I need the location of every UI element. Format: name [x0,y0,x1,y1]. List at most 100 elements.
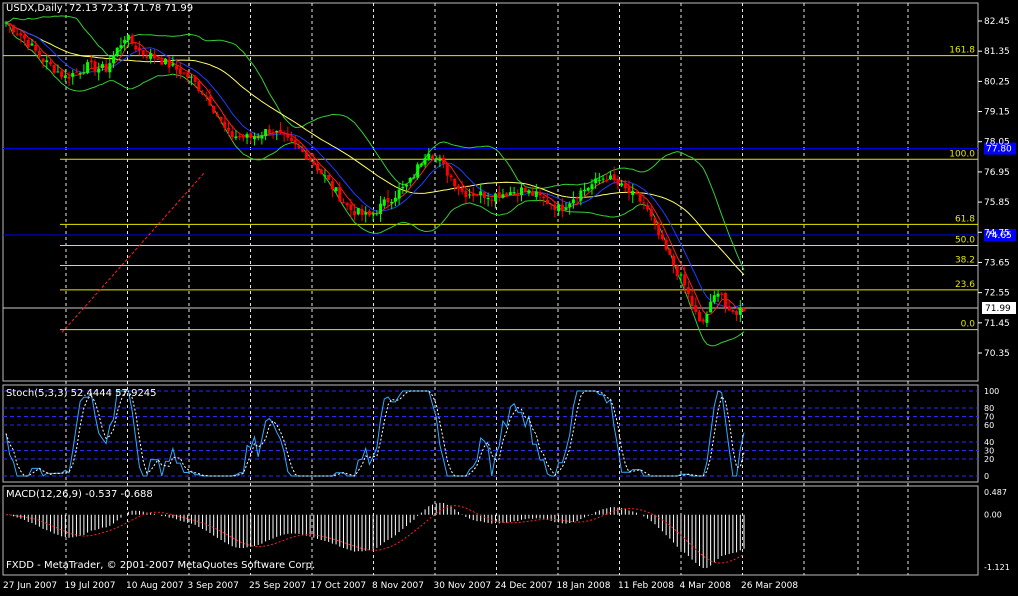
candle-body [201,92,205,95]
candle-body [405,184,409,187]
candle-body [78,72,82,74]
candle-body [697,311,701,322]
fib-level-label: 23.6 [955,280,975,290]
candle-body [275,131,279,133]
candle-body [267,129,271,134]
chart-canvas: 161.8100.061.850.038.223.60.0 77.8074.65… [0,0,1018,592]
stoch-header: Stoch(5,3,3) 52.4444 57.9245 [6,388,157,399]
candle-body [249,133,253,138]
candle-body [427,153,431,160]
candle-body [189,76,193,78]
candle-body [564,208,568,210]
candle-body [586,188,590,191]
candle-body [735,311,739,315]
candle-body [742,308,746,311]
candle-body [475,194,479,196]
candle-body [419,163,423,166]
x-axis-label: 3 Sep 2007 [188,581,239,591]
candle-body [560,204,564,212]
candle-body [308,157,312,161]
candle-body [608,175,612,180]
candle-body [512,192,516,194]
x-axis-label: 26 Mar 2008 [741,581,798,591]
candle-body [701,319,705,322]
candle-body [575,197,579,199]
candle-body [319,169,323,174]
x-axis-label: 11 Feb 2008 [618,581,674,591]
macd-header: MACD(12,26,9) -0.537 -0.688 [6,489,153,500]
candle-body [234,136,238,139]
candle-body [97,68,101,73]
candle-body [683,274,687,286]
candle-body [379,203,383,215]
candle-body [316,163,320,171]
candle-body [657,223,661,236]
candle-body [594,178,598,184]
candle-body [182,72,186,74]
candle-body [119,45,123,49]
candle-body [74,71,78,73]
candle-body [649,208,653,217]
candle-body [583,189,587,192]
candle-body [330,181,334,190]
candle-body [367,210,371,216]
candle-body [449,175,453,178]
candle-body [479,191,483,196]
stoch-level-label: 20 [984,455,994,464]
candle-body [616,178,620,185]
candle-body [401,186,405,189]
candle-body [163,58,167,65]
x-axis-label: 4 Mar 2008 [680,581,732,591]
candle-body [304,151,308,160]
price-label: 78.05 [984,138,1010,148]
price-label: 70.35 [984,349,1010,359]
candle-body [8,23,12,25]
candle-body [468,194,472,196]
candle-body [642,202,646,204]
candle-body [653,217,657,224]
candle-body [612,174,616,181]
x-axis-label: 8 Nov 2007 [372,581,424,591]
price-label: 73.65 [984,258,1010,268]
candle-body [63,75,67,78]
candle-body [668,248,672,255]
candle-body [679,274,683,276]
candle-body [712,295,716,303]
candle-body [126,34,130,40]
candle-body [720,293,724,295]
candle-body [627,186,631,194]
candle-body [45,60,49,63]
candle-body [278,129,282,133]
fib-level-label: 61.8 [955,214,975,224]
candle-body [497,192,501,198]
candle-body [534,191,538,197]
candle-body [705,314,709,323]
x-axis-label: 17 Oct 2007 [311,581,367,591]
candle-body [290,138,294,141]
candle-body [334,187,338,192]
candle-body [167,59,171,68]
candle-body [690,295,694,306]
candle-body [100,64,104,69]
candle-body [416,164,420,178]
candle-body [186,72,190,77]
candle-body [490,199,494,201]
candle-body [538,192,542,196]
candle-body [26,40,30,48]
candle-body [49,61,53,65]
candle-body [709,301,713,313]
candle-body [464,191,468,197]
candle-body [412,177,416,179]
candle-body [516,192,520,196]
candle-body [238,136,242,138]
candle-body [356,208,360,215]
fib-level-label: 50.0 [955,235,975,245]
price-label: 80.25 [984,77,1010,87]
candle-body [382,199,386,206]
stoch-level-label: 0 [984,472,989,481]
candle-body [130,35,134,44]
candle-body [545,199,549,204]
candle-body [197,81,201,92]
candle-body [141,50,145,55]
candle-body [456,185,460,189]
